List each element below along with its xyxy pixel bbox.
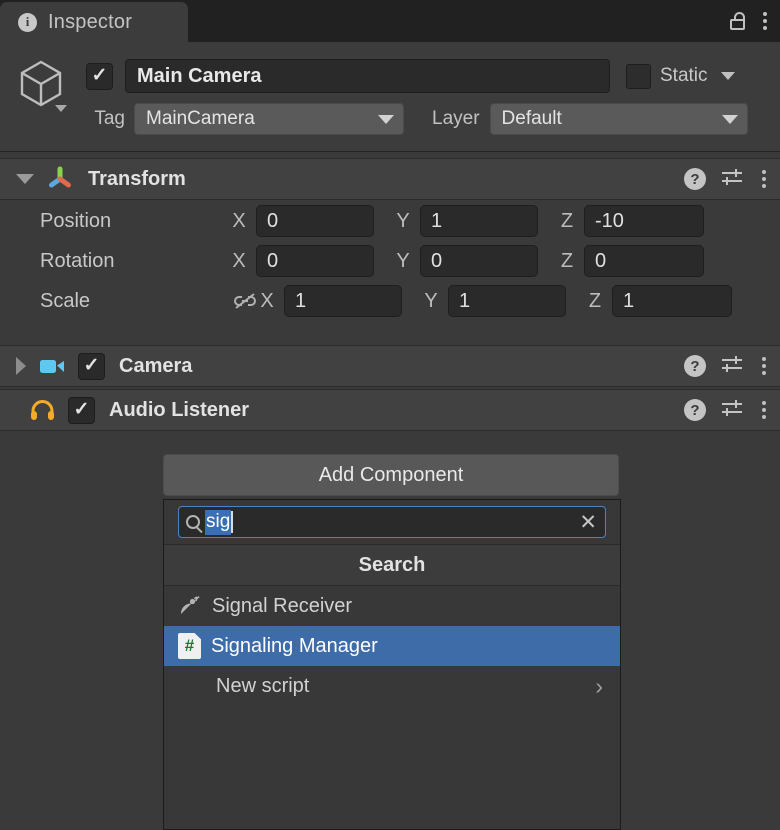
component-actions-audio-listener: ? [684,398,770,423]
axis-label-y: Y [396,209,410,232]
tab-inspector-label: Inspector [48,10,133,33]
clear-x-icon[interactable]: ✕ [579,512,597,533]
component-header-camera[interactable]: Camera ? [0,345,780,387]
tag-layer-row: Tag MainCamera Layer Default [0,102,770,136]
component-search-value: sig [205,509,232,535]
list-item-label: New script [216,674,310,697]
layer-label: Layer [432,108,480,129]
list-item-new-script[interactable]: New script › [164,666,620,706]
layer-dropdown-value: Default [501,108,562,129]
component-header-audio-listener[interactable]: Audio Listener ? [0,389,780,431]
csharp-script-icon: # [178,633,201,659]
layer-dropdown[interactable]: Default [489,103,748,135]
audio-listener-enabled-checkbox[interactable] [68,396,95,424]
kebab-menu-icon[interactable] [758,399,770,421]
rotation-z-input[interactable]: 0 [584,245,704,277]
tab-bar-actions [730,0,771,42]
text-cursor [231,511,234,533]
component-search-input[interactable]: sig ✕ [178,506,606,538]
tag-label: Tag [94,108,125,129]
info-icon: i [18,12,37,32]
headphones-icon [29,399,56,421]
axis-label-z: Z [560,249,574,272]
foldout-triangle-icon[interactable] [16,357,26,375]
transform-row-position: Position X 0 Y 1 Z -10 [0,201,780,241]
position-z-input[interactable]: -10 [584,205,704,237]
axis-label-x: X [232,209,246,232]
search-results-header: Search [164,544,620,586]
preset-sliders-icon[interactable] [720,398,744,423]
camera-enabled-checkbox[interactable] [78,352,105,380]
static-checkbox[interactable] [626,63,651,89]
chevron-down-icon [721,114,738,124]
camera-icon [39,356,66,376]
axis-label-z: Z [560,209,574,232]
axis-label-x: X [260,289,274,312]
preset-sliders-icon[interactable] [720,354,744,379]
kebab-menu-icon[interactable] [758,168,770,190]
scale-z-input[interactable]: 1 [612,285,732,317]
component-actions-camera: ? [684,354,770,379]
static-toggle-group: Static [626,63,735,89]
preset-sliders-icon[interactable] [720,167,744,192]
search-icon [186,515,200,529]
kebab-menu-icon[interactable] [759,10,771,32]
list-item-label: Signal Receiver [212,594,353,617]
add-component-button[interactable]: Add Component [163,454,619,496]
component-header-transform[interactable]: Transform ? [0,158,780,200]
component-title-audio-listener: Audio Listener [109,398,250,421]
component-actions-transform: ? [684,167,770,192]
tag-dropdown-value: MainCamera [146,108,255,129]
object-enabled-checkbox[interactable] [86,62,113,90]
help-icon[interactable]: ? [684,399,706,421]
transform-axis-icon [46,165,74,193]
axis-label-y: Y [396,249,410,272]
rotation-label: Rotation [40,249,115,272]
static-label: Static [660,65,708,86]
lock-open-icon[interactable] [730,12,745,30]
position-x-input[interactable]: 0 [256,205,374,237]
component-title-camera: Camera [119,354,193,377]
transform-row-scale: Scale X 1 Y 1 Z 1 [0,281,780,321]
axis-label-z: Z [588,289,602,312]
scale-x-input[interactable]: 1 [284,285,402,317]
list-item-signaling-manager[interactable]: # Signaling Manager [164,626,620,666]
component-title-transform: Transform [88,167,186,190]
object-name-input[interactable]: Main Camera [125,59,610,93]
help-icon[interactable]: ? [684,355,706,377]
scale-y-input[interactable]: 1 [448,285,566,317]
chevron-down-icon [378,114,394,124]
tab-inspector[interactable]: i Inspector [0,2,188,42]
satellite-dish-icon [178,594,202,618]
scale-label: Scale [40,289,91,312]
transform-body: Position X 0 Y 1 Z -10 Rotation X 0 Y 0 … [0,201,780,339]
object-header: Main Camera Static Tag MainCamera Layer … [0,42,780,152]
position-y-input[interactable]: 1 [420,205,538,237]
inspector-tab-bar: i Inspector [0,0,780,42]
tag-dropdown[interactable]: MainCamera [134,103,404,135]
axis-label-x: X [232,249,246,272]
rotation-y-input[interactable]: 0 [420,245,538,277]
kebab-menu-icon[interactable] [758,355,770,377]
search-row: sig ✕ [164,500,620,544]
add-component-popup: sig ✕ Search Signal Receiver # Signaling… [163,499,621,830]
object-name-row: Main Camera Static [86,58,770,94]
chevron-right-icon: › [595,672,603,699]
position-label: Position [40,209,112,232]
rotation-x-input[interactable]: 0 [256,245,374,277]
help-icon[interactable]: ? [684,168,706,190]
foldout-triangle-icon[interactable] [16,174,34,184]
transform-row-rotation: Rotation X 0 Y 0 Z 0 [0,241,780,281]
axis-label-y: Y [424,289,438,312]
list-item-signal-receiver[interactable]: Signal Receiver [164,586,620,626]
list-item-label: Signaling Manager [211,634,378,657]
static-dropdown-chevron-down-icon[interactable] [720,72,735,80]
